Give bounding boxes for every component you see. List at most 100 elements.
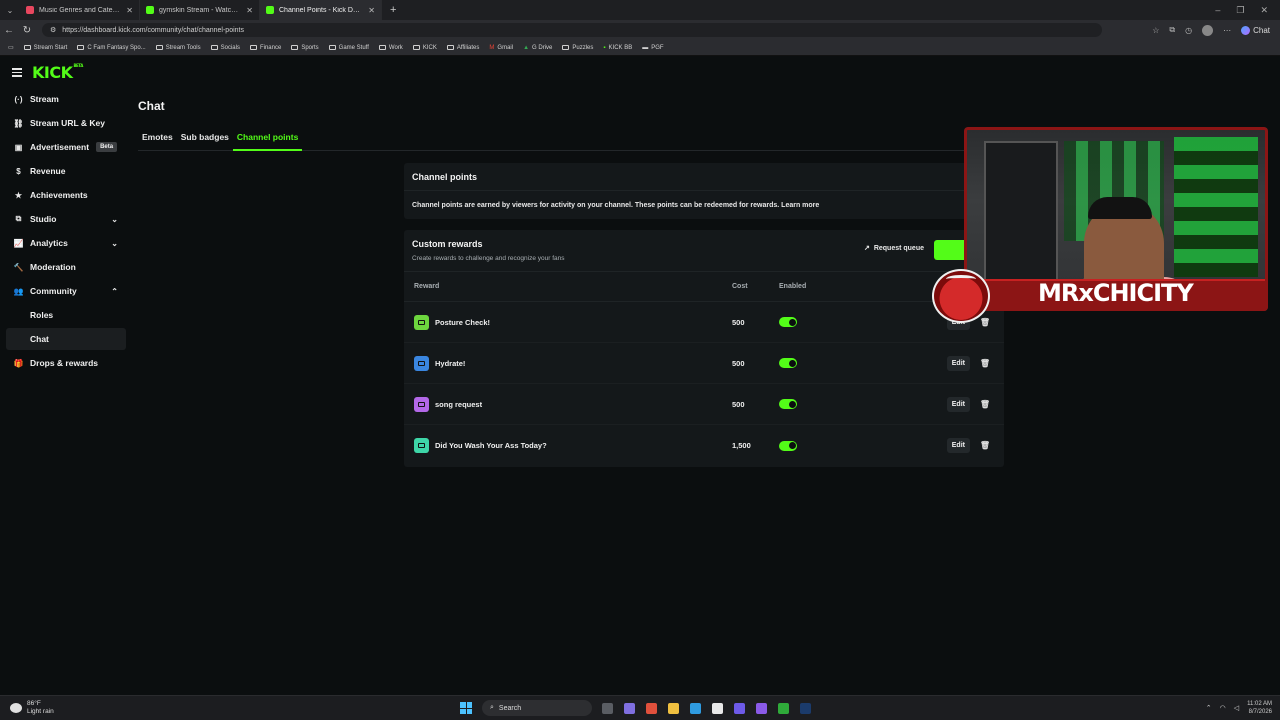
bookmark-folder[interactable]: Game Stuff <box>325 45 373 51</box>
bookmark-folder[interactable]: KICK <box>409 45 441 51</box>
bookmarks-menu-icon[interactable]: ▭ <box>4 44 18 51</box>
trash-icon[interactable]: 🗑 <box>980 441 990 451</box>
volume-icon[interactable]: ◁ <box>1234 704 1239 712</box>
webcam-overlay: MRxCHICITY <box>964 127 1268 311</box>
bookmark-link[interactable]: ▬ PGF <box>638 45 667 51</box>
enabled-toggle[interactable] <box>779 358 797 368</box>
browser-tab-active[interactable]: Channel Points - Kick Dashboard ✕ <box>260 0 382 20</box>
profile-avatar[interactable] <box>1202 24 1214 36</box>
back-icon[interactable]: ← <box>0 25 18 36</box>
trash-icon[interactable]: 🗑 <box>980 399 990 409</box>
browser-tab-bar: ⌄ Music Genres and Categories on / ✕ gym… <box>0 0 1280 20</box>
gift-icon: 🎁 <box>13 358 24 368</box>
tab-emotes[interactable]: Emotes <box>138 129 177 151</box>
window-controls: – ❐ ✕ <box>1215 5 1280 16</box>
taskbar-search[interactable]: ⌕ Search <box>482 700 592 716</box>
sidebar-item-drops-rewards[interactable]: 🎁 Drops & rewards <box>6 352 126 374</box>
sidebar-item-stream[interactable]: (·) Stream <box>6 88 126 110</box>
extensions-icon[interactable]: ⧉ <box>1169 25 1175 35</box>
xbox-icon[interactable] <box>778 702 789 714</box>
bookmark-folder[interactable]: Finance <box>246 45 285 51</box>
sidebar-item-advertisement[interactable]: ▣ Advertisement Beta <box>6 136 126 158</box>
file-explorer-icon[interactable] <box>668 702 679 714</box>
reward-cost: 500 <box>732 317 745 327</box>
request-queue-button[interactable]: ↗ Request queue <box>864 244 924 253</box>
column-enabled: Enabled <box>779 283 807 290</box>
bookmark-folder[interactable]: Puzzles <box>558 45 597 51</box>
bookmark-folder[interactable]: Stream Start <box>20 45 72 51</box>
bookmark-label: Sports <box>301 44 319 51</box>
site-info-icon[interactable]: ⚙ <box>50 26 56 34</box>
tab-sub-badges[interactable]: Sub badges <box>177 129 233 151</box>
tab-channel-points[interactable]: Channel points <box>232 129 303 151</box>
trash-icon[interactable]: 🗑 <box>980 317 990 327</box>
bookmark-link[interactable]: M Gmail <box>485 45 517 51</box>
sidebar-item-community[interactable]: 👥 Community ⌃ <box>6 280 126 302</box>
bookmark-label: C Fam Fantasy Spo... <box>87 44 146 51</box>
hamburger-menu-icon[interactable] <box>12 68 22 77</box>
reload-icon[interactable]: ↻ <box>18 25 36 36</box>
system-tray: ⌃ ◠ ◁ 11:02 AM 8/7/2026 <box>1206 700 1280 716</box>
edit-button[interactable]: Edit <box>946 438 970 453</box>
bookmark-folder[interactable]: Work <box>375 45 407 51</box>
close-tab-icon[interactable]: ✕ <box>246 6 253 15</box>
sidebar-item-achievements[interactable]: ★ Achievements <box>6 184 126 206</box>
tab-list-chevron-icon[interactable]: ⌄ <box>0 0 20 20</box>
store-icon[interactable] <box>712 702 723 714</box>
edge-icon[interactable] <box>690 702 701 714</box>
edit-button[interactable]: Edit <box>946 396 970 412</box>
enabled-toggle[interactable] <box>779 440 797 451</box>
brand: KICKBETA <box>12 63 83 82</box>
task-view-icon[interactable] <box>602 702 613 714</box>
hammer-icon: 🔨 <box>13 262 24 272</box>
sidebar-item-label: Community <box>30 286 77 296</box>
sidebar-item-moderation[interactable]: 🔨 Moderation <box>6 256 126 278</box>
wifi-icon[interactable]: ◠ <box>1220 704 1226 712</box>
copilot-chat-button[interactable]: Chat <box>1241 25 1270 35</box>
bookmark-link[interactable]: ▲ G Drive <box>519 45 556 51</box>
bookmark-folder[interactable]: C Fam Fantasy Spo... <box>73 45 149 51</box>
weather-widget[interactable]: 86°F Light rain <box>0 700 460 716</box>
bookmark-label: KICK BB <box>608 44 633 51</box>
sidebar-item-revenue[interactable]: $ Revenue <box>6 160 126 182</box>
sidebar-item-studio[interactable]: ⧉ Studio ⌄ <box>6 208 126 230</box>
sidebar-item-chat[interactable]: Chat <box>6 328 126 350</box>
close-tab-icon[interactable]: ✕ <box>126 6 133 15</box>
bookmark-star-icon[interactable]: ☆ <box>1152 26 1159 35</box>
reward-icon <box>414 438 429 453</box>
bookmark-folder[interactable]: Affiliates <box>443 45 484 51</box>
sidebar-item-stream-url-key[interactable]: ⛓ Stream URL & Key <box>6 112 126 134</box>
bookmark-folder[interactable]: Socials <box>207 45 244 51</box>
history-icon[interactable]: ◷ <box>1185 26 1192 35</box>
app-icon[interactable] <box>624 702 635 714</box>
chrome-icon[interactable] <box>646 702 657 714</box>
bookmark-folder[interactable]: Sports <box>287 45 322 51</box>
trash-icon[interactable]: 🗑 <box>980 358 990 368</box>
discord-icon[interactable] <box>734 702 745 714</box>
kick-logo[interactable]: KICKBETA <box>32 63 83 82</box>
steam-icon[interactable] <box>800 702 811 714</box>
enabled-toggle[interactable] <box>779 317 797 327</box>
minimize-icon[interactable]: – <box>1215 5 1220 16</box>
app-icon[interactable] <box>756 702 767 714</box>
clock[interactable]: 11:02 AM 8/7/2026 <box>1247 700 1272 716</box>
sidebar-item-analytics[interactable]: 📈 Analytics ⌄ <box>6 232 126 254</box>
menu-dots-icon[interactable]: ⋯ <box>1223 26 1231 35</box>
new-tab-icon[interactable]: + <box>382 4 404 16</box>
browser-tab[interactable]: gymskin Stream - Watch Live ✕ <box>140 0 260 20</box>
browser-tab[interactable]: Music Genres and Categories on / ✕ <box>20 0 140 20</box>
tray-chevron-icon[interactable]: ⌃ <box>1206 704 1212 712</box>
url-field[interactable]: ⚙ https://dashboard.kick.com/community/c… <box>42 23 1102 37</box>
bookmark-link[interactable]: ▪ KICK BB <box>599 45 636 51</box>
request-queue-label: Request queue <box>873 244 924 252</box>
enabled-toggle[interactable] <box>779 399 797 409</box>
close-window-icon[interactable]: ✕ <box>1260 5 1268 16</box>
restore-icon[interactable]: ❐ <box>1236 5 1244 16</box>
windows-start-icon[interactable] <box>460 702 472 714</box>
pgf-favicon-icon: ▬ <box>642 44 649 51</box>
folder-icon <box>155 45 163 50</box>
close-tab-icon[interactable]: ✕ <box>368 6 375 15</box>
edit-button[interactable]: Edit <box>946 355 970 371</box>
sidebar-item-roles[interactable]: Roles <box>6 304 126 326</box>
bookmark-folder[interactable]: Stream Tools <box>152 45 205 51</box>
